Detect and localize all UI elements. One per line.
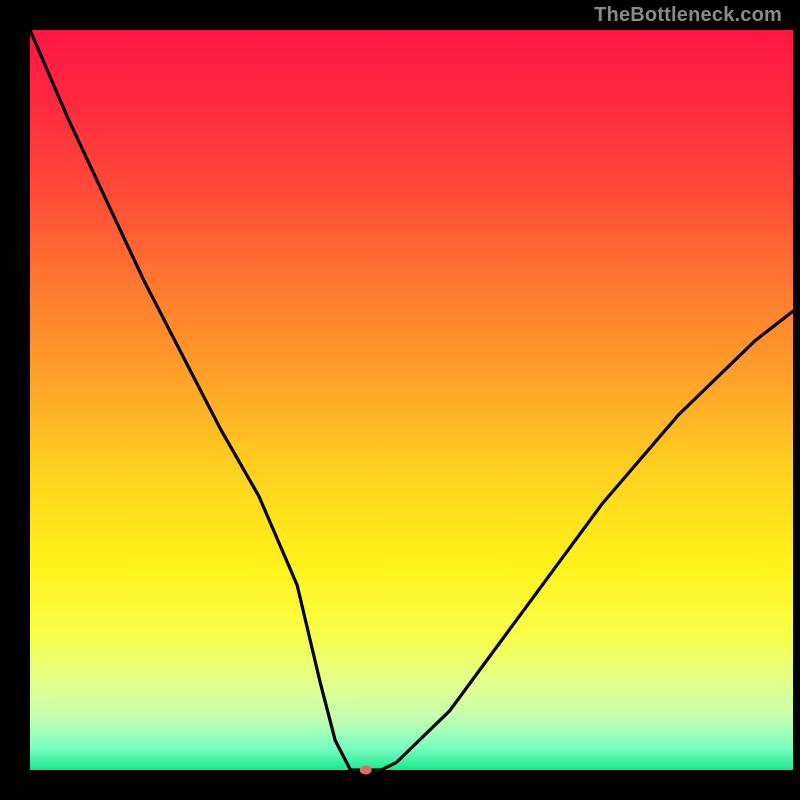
plot-background [30, 30, 793, 770]
optimal-marker [360, 766, 372, 775]
chart-frame: TheBottleneck.com [0, 0, 800, 800]
bottleneck-chart [0, 0, 800, 800]
watermark-text: TheBottleneck.com [594, 4, 782, 27]
